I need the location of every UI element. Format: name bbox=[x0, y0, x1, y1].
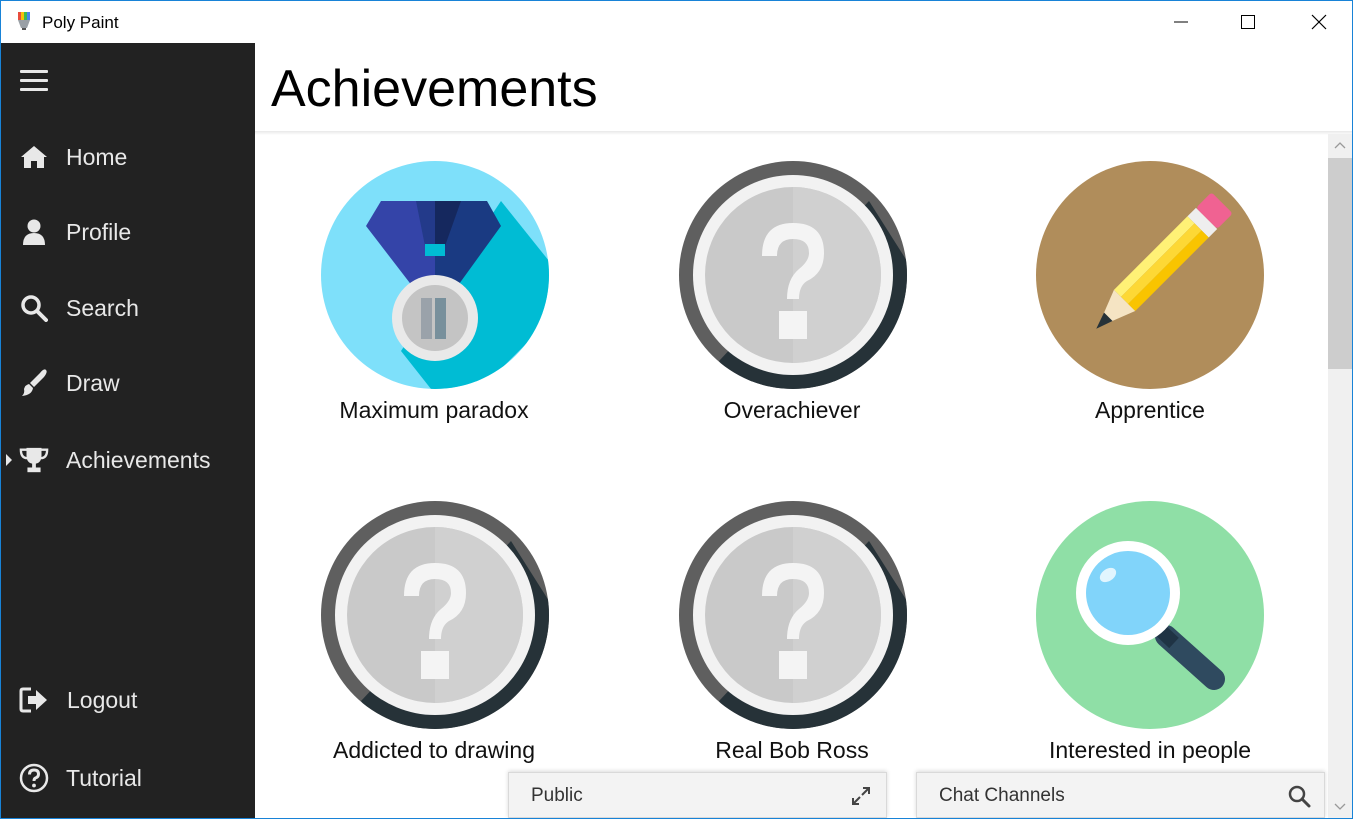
achievement-name: Apprentice bbox=[1095, 397, 1205, 423]
achievement-card[interactable]: Overachiever bbox=[642, 161, 942, 431]
sidebar-item-label: Home bbox=[66, 143, 128, 170]
window-title: Poly Paint bbox=[42, 13, 119, 32]
achievement-card[interactable]: Real Bob Ross bbox=[642, 501, 942, 769]
chevron-down-icon bbox=[1334, 803, 1346, 810]
chevron-up-icon bbox=[1334, 142, 1346, 149]
achievement-name: Addicted to drawing bbox=[332, 737, 535, 763]
chat-channels-label: Chat Channels bbox=[939, 785, 1065, 806]
maximize-icon bbox=[1241, 15, 1255, 29]
sidebar: Home Profile Search Draw Achievements Lo… bbox=[1, 43, 255, 818]
scroll-up-button[interactable] bbox=[1328, 134, 1352, 156]
public-chat-tab[interactable]: Public bbox=[508, 772, 887, 818]
achievement-card[interactable]: Apprentice bbox=[1000, 161, 1300, 431]
chat-channels-tab[interactable]: Chat Channels bbox=[916, 772, 1325, 818]
logout-icon bbox=[19, 685, 49, 715]
search-icon[interactable] bbox=[1287, 784, 1311, 808]
expand-icon[interactable] bbox=[849, 784, 873, 808]
sidebar-item-logout[interactable]: Logout bbox=[1, 672, 255, 728]
sidebar-item-label: Achievements bbox=[66, 446, 211, 473]
sidebar-item-label: Draw bbox=[66, 369, 120, 396]
close-icon bbox=[1311, 14, 1327, 30]
question-icon bbox=[679, 161, 907, 389]
minimize-button[interactable] bbox=[1158, 1, 1204, 43]
achievement-card[interactable]: Addicted to drawing bbox=[284, 501, 584, 769]
sidebar-item-profile[interactable]: Profile bbox=[1, 204, 255, 260]
app-logo-icon bbox=[18, 12, 30, 30]
sidebar-item-draw[interactable]: Draw bbox=[1, 355, 255, 411]
sidebar-item-label: Logout bbox=[67, 686, 138, 713]
question-icon bbox=[321, 501, 549, 729]
help-icon bbox=[19, 763, 49, 793]
sidebar-item-search[interactable]: Search bbox=[1, 280, 255, 336]
pencil-icon bbox=[1036, 161, 1264, 389]
magnifier-icon bbox=[1036, 501, 1264, 729]
trophy-icon bbox=[19, 445, 49, 475]
achievement-card[interactable]: Interested in people bbox=[1000, 501, 1300, 769]
hamburger-menu-icon[interactable] bbox=[20, 70, 48, 94]
app-window: Poly Paint Home Profile Search Draw Achi… bbox=[0, 0, 1353, 819]
sidebar-item-label: Search bbox=[66, 294, 139, 321]
brush-icon bbox=[19, 368, 49, 398]
vertical-scrollbar[interactable] bbox=[1328, 134, 1352, 818]
achievement-name: Maximum paradox bbox=[339, 397, 529, 423]
sidebar-item-tutorial[interactable]: Tutorial bbox=[1, 750, 255, 806]
achievement-name: Real Bob Ross bbox=[715, 737, 869, 763]
sidebar-item-label: Tutorial bbox=[66, 764, 142, 791]
public-chat-label: Public bbox=[531, 785, 583, 806]
user-icon bbox=[19, 217, 49, 247]
medal-icon bbox=[321, 161, 549, 389]
question-icon bbox=[679, 501, 907, 729]
header-divider bbox=[255, 131, 1352, 135]
title-bar: Poly Paint bbox=[1, 1, 1352, 43]
maximize-button[interactable] bbox=[1225, 1, 1271, 43]
scroll-down-button[interactable] bbox=[1328, 796, 1352, 818]
search-icon bbox=[19, 293, 49, 323]
achievement-name: Overachiever bbox=[723, 397, 861, 423]
sidebar-item-home[interactable]: Home bbox=[1, 129, 255, 185]
sidebar-item-achievements[interactable]: Achievements bbox=[1, 432, 255, 488]
scrollbar-thumb[interactable] bbox=[1328, 158, 1352, 369]
achievement-name: Interested in people bbox=[1048, 737, 1252, 763]
minimize-icon bbox=[1174, 21, 1188, 23]
sidebar-item-label: Profile bbox=[66, 218, 132, 245]
home-icon bbox=[19, 142, 49, 172]
close-button[interactable] bbox=[1296, 1, 1342, 43]
page-title: Achievements bbox=[271, 60, 598, 118]
achievement-card[interactable]: Maximum paradox bbox=[284, 161, 584, 431]
selected-caret-icon bbox=[6, 454, 12, 466]
